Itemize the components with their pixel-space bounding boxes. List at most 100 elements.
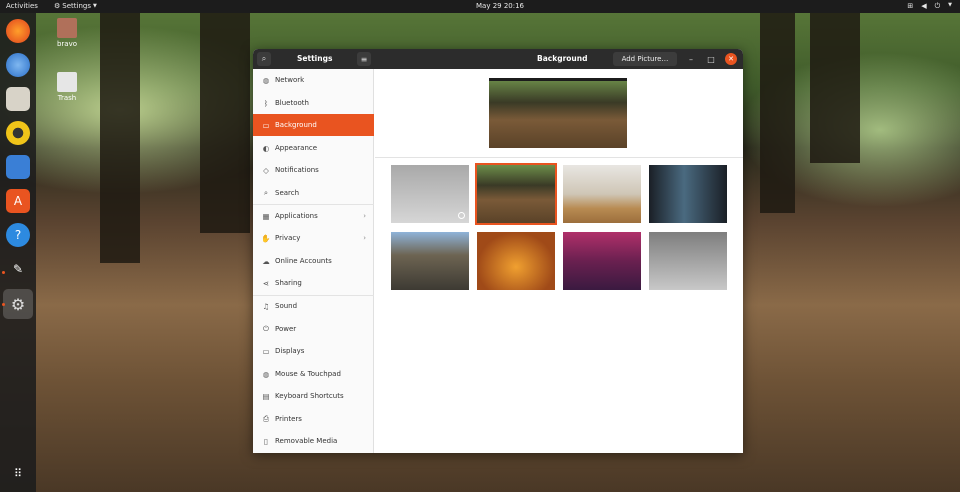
wallpaper-thumbnail[interactable] [477,232,555,290]
sidebar-item-label: Online Accounts [275,257,332,265]
desktop-icon-label: Trash [57,94,77,102]
settings-icon[interactable]: ⚙ [3,289,33,319]
software-icon[interactable]: A [6,189,30,213]
sidebar-item-network[interactable]: ◍ Network [253,69,374,91]
sidebar-item-background[interactable]: ▭ Background [253,114,374,136]
sidebar-item-bluetooth[interactable]: ᛒ Bluetooth [253,92,374,114]
desktop-home-folder[interactable]: bravo [52,18,82,48]
sidebar-item-label: Appearance [275,144,318,152]
search-icon: ⌕ [263,188,269,197]
writer-icon[interactable] [6,155,30,179]
home-folder-icon [57,18,77,38]
top-bar: Activities ⚙ Settings ▼ May 29 20:16 ⊞ ◀… [0,0,960,13]
firefox-icon[interactable] [6,19,30,43]
printer-icon: ⎙ [263,414,269,423]
sidebar-item-label: Search [275,189,300,197]
tools-icon[interactable]: ✎ [6,257,30,281]
page-title: Background [537,54,588,63]
sidebar-item-displays[interactable]: ▭ Displays [253,340,374,362]
sidebar-item-printers[interactable]: ⎙ Printers [253,408,374,430]
app-menu-label: Settings [62,2,91,10]
system-tray[interactable]: ⊞ ◀ ⏻ ▼ [907,2,952,11]
close-button[interactable]: ✕ [725,53,737,65]
dark-variant-icon [458,212,465,219]
wallpaper-thumbnail[interactable] [649,232,727,290]
background-tree-trunk [810,13,860,163]
activities-button[interactable]: Activities [6,2,38,10]
wallpaper-thumbnail[interactable] [563,165,641,223]
wallpaper-thumbnail-selected[interactable] [475,163,557,225]
network-icon: ⊞ [907,2,914,10]
app-menu[interactable]: ⚙ Settings ▼ [54,2,97,10]
desktop-icon-label: bravo [56,40,78,48]
appearance-icon: ◐ [262,143,270,153]
sidebar-item-notifications[interactable]: ◇ Notifications [253,159,374,181]
header-bar: ⌕ Settings ≡ Background Add Picture… – □… [253,49,743,69]
apps-grid-icon[interactable]: ⠿ [6,461,30,485]
bell-icon: ◇ [263,165,269,175]
sidebar-title: Settings [297,54,333,63]
sidebar-item-label: Mouse & Touchpad [275,370,341,378]
desktop-trash[interactable]: Trash [52,72,82,102]
cloud-icon: ☁ [262,256,270,266]
share-icon: ⋖ [262,278,270,288]
sidebar-item-label: Sound [275,302,298,310]
sidebar-item-label: Background [275,121,317,129]
wallpaper-thumbnail[interactable] [649,165,727,223]
preview-top-bar [489,78,627,81]
minimize-button[interactable]: – [685,53,697,65]
search-button[interactable]: ⌕ [257,52,271,66]
power-icon: ⏻ [934,2,941,10]
wallpaper-thumbnail[interactable] [391,165,469,223]
running-indicator [2,303,5,306]
chevron-down-icon: ▼ [948,2,952,8]
sidebar-item-sound[interactable]: ♫ Sound [253,295,374,317]
wallpaper-thumbnail[interactable] [391,232,469,290]
sidebar-item-search[interactable]: ⌕ Search [253,182,374,204]
chevron-right-icon: › [363,212,366,220]
sidebar-item-label: Notifications [275,166,319,174]
clock[interactable]: May 29 20:16 [476,2,524,10]
files-icon[interactable] [6,87,30,111]
sidebar-item-label: Sharing [275,279,302,287]
help-icon[interactable]: ? [6,223,30,247]
background-icon: ▭ [262,120,270,130]
bluetooth-icon: ᛒ [263,98,269,108]
mouse-icon: ◍ [262,369,270,379]
maximize-button[interactable]: □ [705,53,717,65]
sidebar-item-removable-media[interactable]: ▯ Removable Media [253,430,374,452]
sidebar-item-mouse-touchpad[interactable]: ◍ Mouse & Touchpad [253,363,374,385]
wallpaper-thumbnail[interactable] [563,232,641,290]
thunderbird-icon[interactable] [6,53,30,77]
applications-icon: ▦ [262,211,270,221]
dock: A ? ✎ ⚙ ⠿ [0,13,36,492]
sidebar-item-label: Power [275,325,297,333]
background-tree-trunk [200,13,250,233]
sidebar-item-label: Keyboard Shortcuts [275,392,344,400]
gear-icon: ⚙ [54,2,61,10]
privacy-icon: ✋ [261,233,271,243]
sidebar-item-sharing[interactable]: ⋖ Sharing [253,272,374,294]
sidebar-item-label: Privacy [275,234,301,242]
sidebar-item-keyboard-shortcuts[interactable]: ▤ Keyboard Shortcuts [253,385,374,407]
music-note-icon: ♫ [262,301,270,311]
rhythmbox-icon[interactable] [6,121,30,145]
sidebar-item-online-accounts[interactable]: ☁ Online Accounts [253,250,374,272]
menu-button[interactable]: ≡ [357,52,371,66]
running-indicator [2,271,5,274]
trash-icon [57,72,77,92]
sidebar-item-label: Displays [275,347,305,355]
add-picture-button[interactable]: Add Picture… [613,52,677,66]
sidebar-item-privacy[interactable]: ✋ Privacy › [253,227,374,249]
sidebar-item-applications[interactable]: ▦ Applications › [253,205,374,227]
settings-window: ⌕ Settings ≡ Background Add Picture… – □… [253,49,743,453]
chevron-right-icon: › [363,234,366,242]
sidebar-item-power[interactable]: ⏻ Power [253,318,374,340]
sidebar-item-appearance[interactable]: ◐ Appearance [253,137,374,159]
background-tree-trunk [760,13,795,213]
removable-media-icon: ▯ [263,436,269,446]
background-tree-trunk [100,13,140,263]
sidebar-item-label: Printers [275,415,302,423]
sidebar: ◍ Network ᛒ Bluetooth ▭ Background ◐ Appeara… [253,69,374,453]
sidebar-item-label: Network [275,76,305,84]
